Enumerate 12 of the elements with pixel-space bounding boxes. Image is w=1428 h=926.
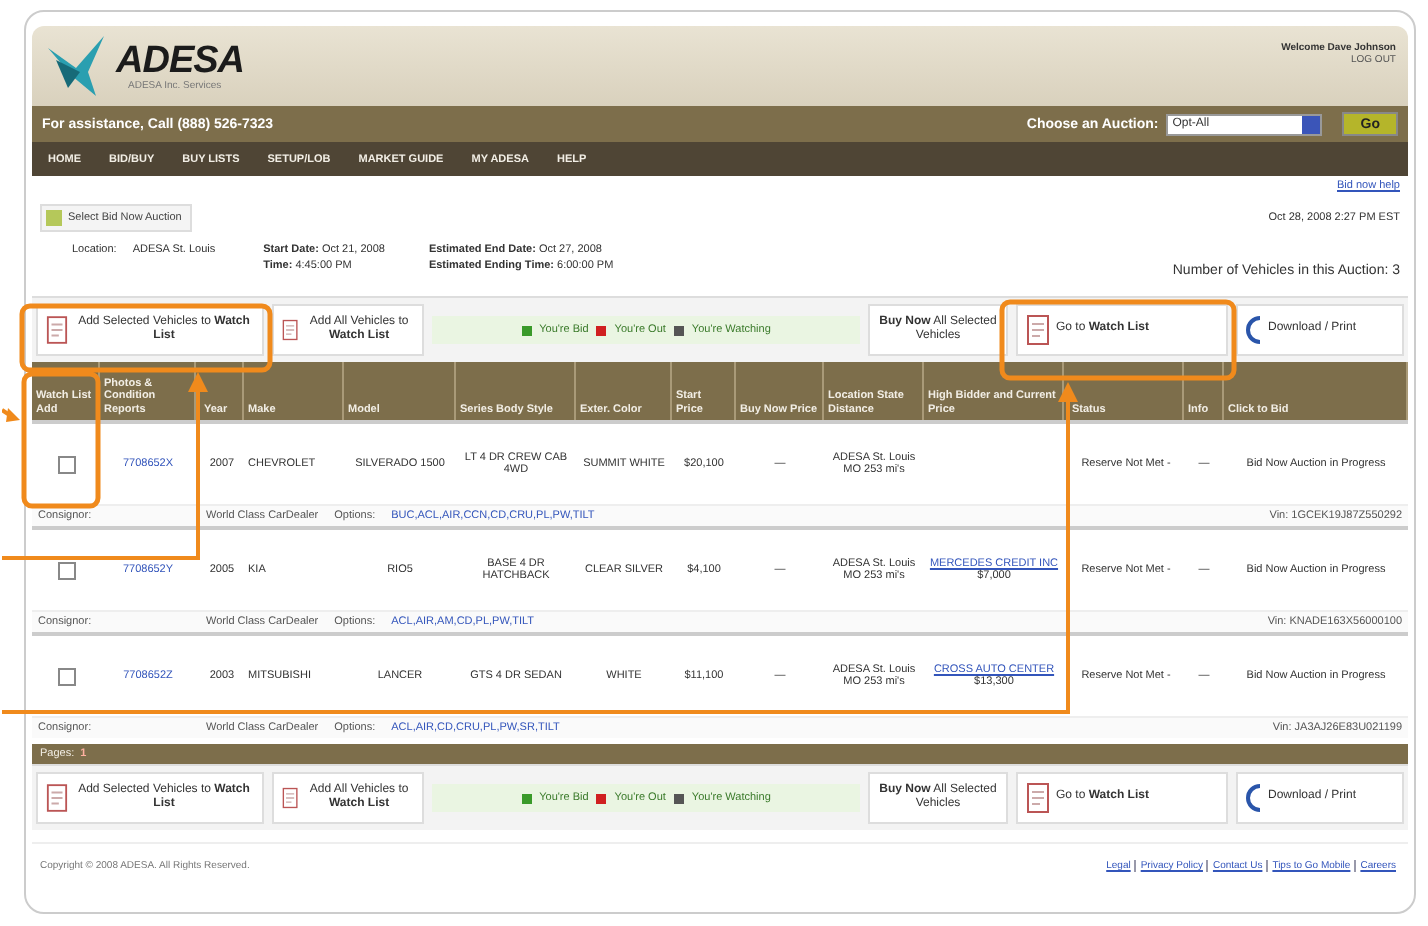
document-icon bbox=[1026, 314, 1050, 346]
checkbox[interactable] bbox=[57, 561, 75, 579]
checkbox[interactable] bbox=[57, 455, 75, 473]
document-icon bbox=[46, 314, 68, 346]
document-icon bbox=[46, 782, 68, 814]
checkbox[interactable] bbox=[57, 667, 75, 685]
crescent-icon bbox=[1246, 784, 1262, 812]
logo-text: ADESA bbox=[116, 41, 245, 79]
crescent-icon bbox=[1246, 316, 1262, 344]
document-icon bbox=[282, 314, 299, 346]
document-icon bbox=[1026, 782, 1050, 814]
document-icon bbox=[282, 782, 299, 814]
